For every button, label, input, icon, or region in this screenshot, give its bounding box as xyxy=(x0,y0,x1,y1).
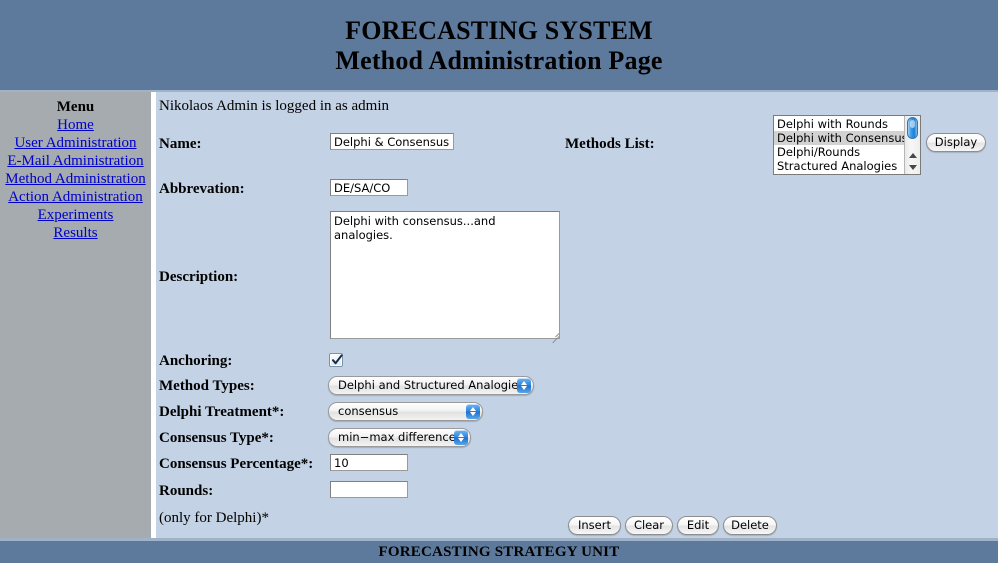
footer-text: FORECASTING STRATEGY UNIT xyxy=(378,544,620,560)
main-content: Nikolaos Admin is logged in as admin Nam… xyxy=(156,92,998,538)
method-types-value: Delphi and Structured Analogies xyxy=(338,378,525,392)
only-for-delphi-note: (only for Delphi)* xyxy=(159,510,269,526)
method-types-select[interactable]: Delphi and Structured Analogies xyxy=(328,376,534,395)
sidebar-item-method-administration[interactable]: Method Administration xyxy=(0,170,151,188)
delphi-treatment-value: consensus xyxy=(338,404,399,418)
login-status-text: Nikolaos Admin is logged in as admin xyxy=(159,98,389,114)
list-item[interactable]: Delphi/Rounds xyxy=(774,145,905,159)
name-input[interactable] xyxy=(330,133,454,150)
abbrevation-label: Abbrevation: xyxy=(159,181,245,197)
name-label: Name: xyxy=(159,136,202,152)
page-title-line-2: Method Administration Page xyxy=(335,46,663,75)
chevron-updown-icon xyxy=(466,404,480,419)
list-item[interactable]: Delphi with Consensus xyxy=(774,131,908,145)
page-title-line-1: FORECASTING SYSTEM xyxy=(345,16,653,45)
sidebar-item-experiments[interactable]: Experiments xyxy=(0,206,151,224)
scroll-down-arrow-icon[interactable] xyxy=(909,165,917,170)
clear-button[interactable]: Clear xyxy=(625,516,673,535)
insert-button[interactable]: Insert xyxy=(568,516,621,535)
scroll-up-arrow-icon[interactable] xyxy=(909,153,917,158)
page-footer: FORECASTING STRATEGY UNIT xyxy=(0,541,998,563)
sidebar-item-results[interactable]: Results xyxy=(0,224,151,242)
sidebar-item-action-administration[interactable]: Action Administration xyxy=(0,188,151,206)
consensus-percentage-input[interactable] xyxy=(330,454,408,471)
rounds-input[interactable] xyxy=(330,481,408,498)
delphi-treatment-select[interactable]: consensus xyxy=(328,402,483,421)
delete-button[interactable]: Delete xyxy=(723,516,777,535)
list-item[interactable]: Delphi with Rounds xyxy=(774,117,905,131)
consensus-type-select[interactable]: min−max difference xyxy=(328,428,471,447)
page-header: FORECASTING SYSTEM Method Administration… xyxy=(0,0,998,90)
anchoring-label: Anchoring: xyxy=(159,353,233,369)
sidebar-item-home[interactable]: Home xyxy=(0,116,151,134)
consensus-type-value: min−max difference xyxy=(338,430,456,444)
chevron-updown-icon xyxy=(454,430,468,445)
methods-list-label: Methods List: xyxy=(565,136,655,152)
listbox-scrollbar[interactable] xyxy=(904,116,920,174)
app-page: FORECASTING SYSTEM Method Administration… xyxy=(0,0,998,563)
sidebar-menu: Menu Home User Administration E-Mail Adm… xyxy=(0,92,151,538)
sidebar-item-email-administration[interactable]: E-Mail Administration xyxy=(0,152,151,170)
methods-listbox-items: Delphi with Rounds Delphi with Consensus… xyxy=(774,116,908,173)
methods-listbox[interactable]: Delphi with Rounds Delphi with Consensus… xyxy=(773,115,921,175)
description-label: Description: xyxy=(159,269,239,285)
display-button[interactable]: Display xyxy=(926,133,986,152)
list-item[interactable]: Stractured Analogies xyxy=(774,159,905,173)
sidebar-title: Menu xyxy=(56,99,95,115)
delphi-treatment-label: Delphi Treatment*: xyxy=(159,404,285,420)
sidebar-item-user-administration[interactable]: User Administration xyxy=(0,134,151,152)
rounds-label: Rounds: xyxy=(159,483,214,499)
scrollbar-thumb[interactable] xyxy=(907,117,918,139)
checkmark-icon xyxy=(332,354,343,365)
consensus-type-label: Consensus Type*: xyxy=(159,430,274,446)
consensus-percentage-label: Consensus Percentage*: xyxy=(159,456,314,472)
page-body: Menu Home User Administration E-Mail Adm… xyxy=(0,92,998,538)
anchoring-checkbox[interactable] xyxy=(329,353,343,367)
chevron-updown-icon xyxy=(517,378,531,393)
description-textarea[interactable] xyxy=(330,211,560,339)
edit-button[interactable]: Edit xyxy=(677,516,719,535)
method-types-label: Method Types: xyxy=(159,378,255,394)
abbrevation-input[interactable] xyxy=(330,179,408,196)
